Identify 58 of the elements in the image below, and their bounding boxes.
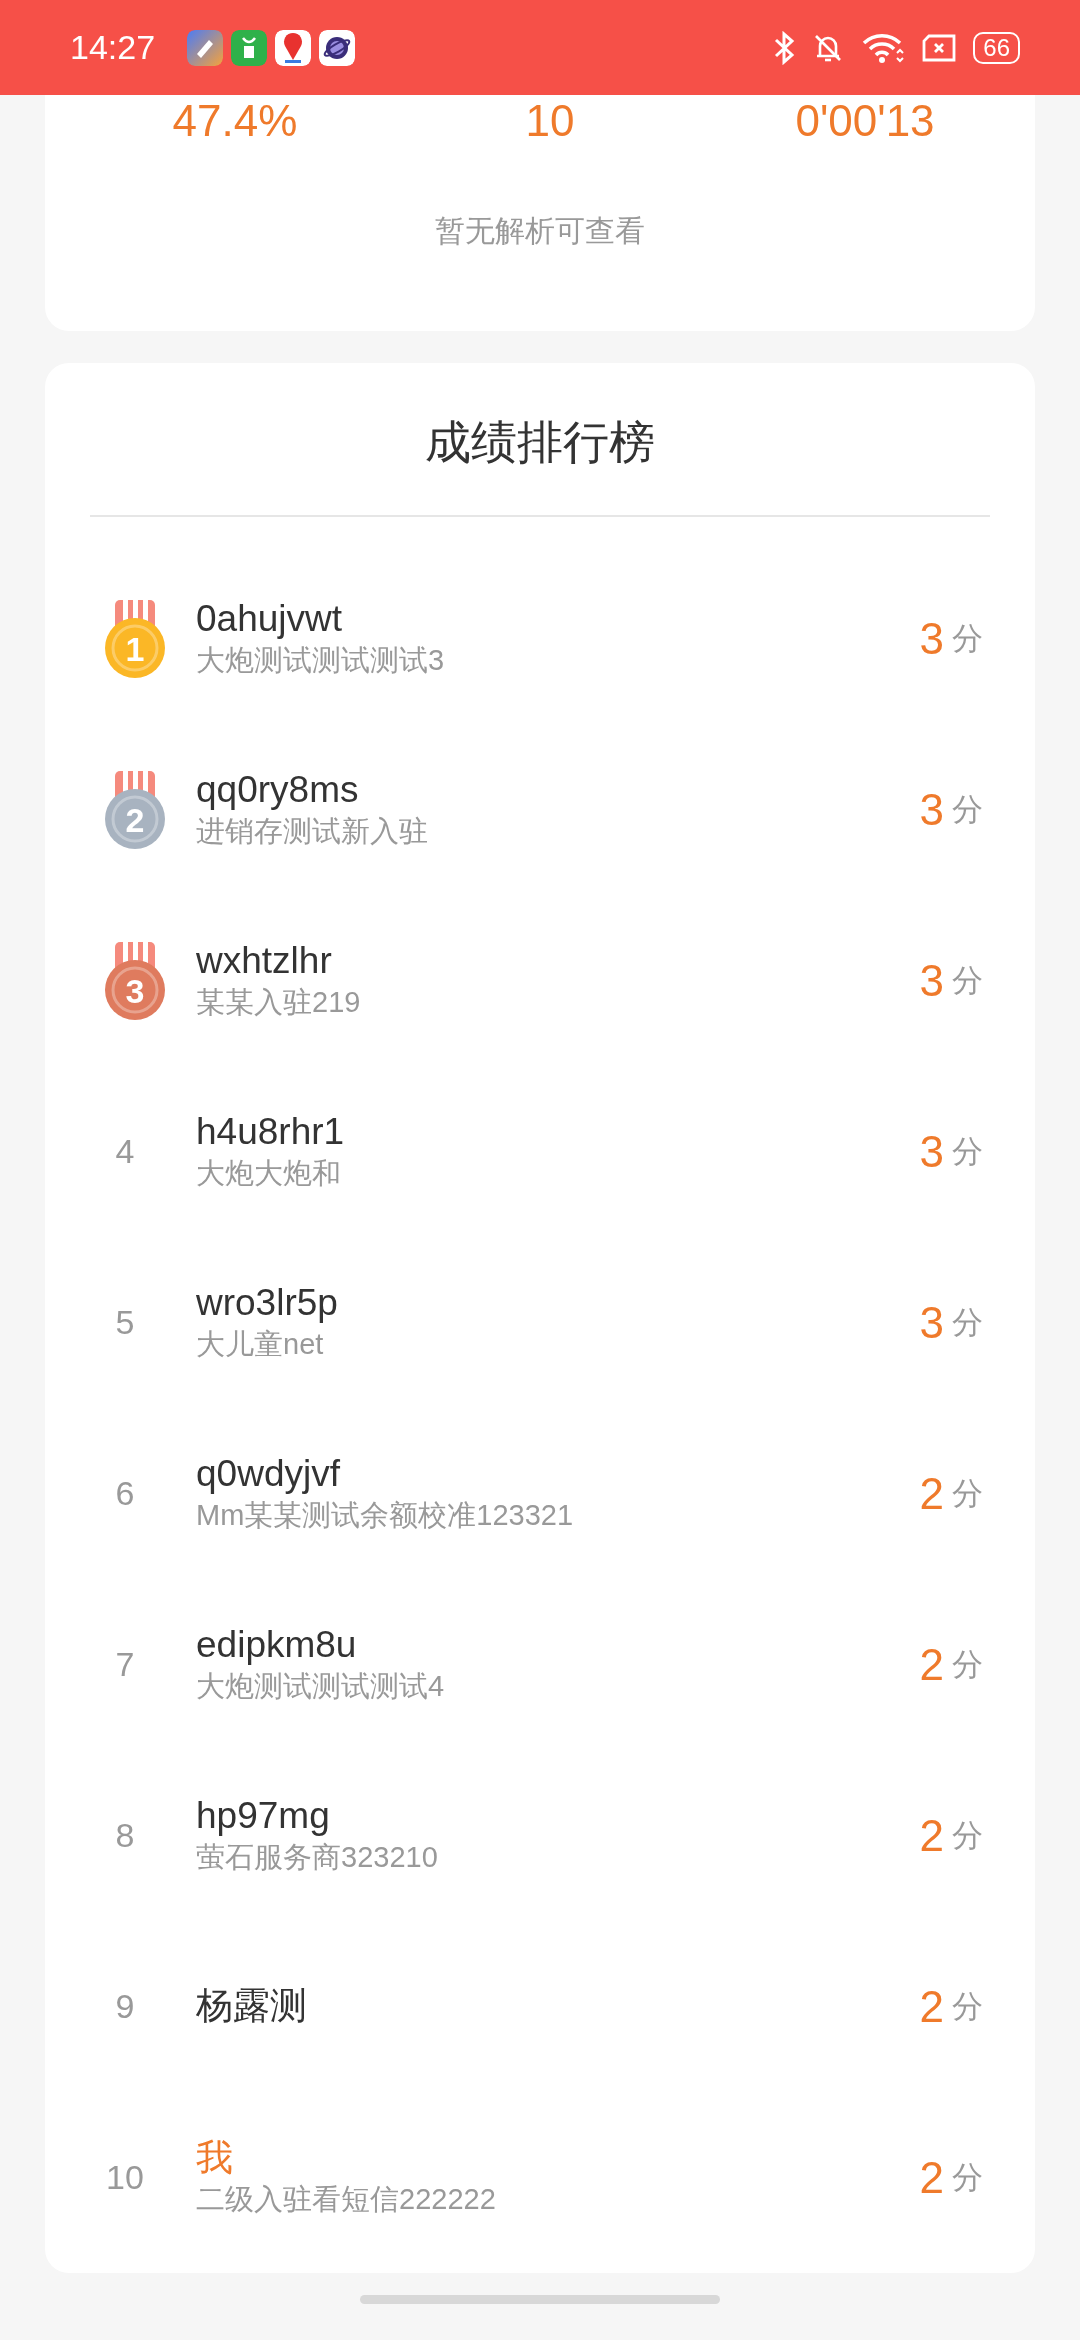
user-shop: 大炮测试测试测试3 [196, 642, 446, 678]
user-shop: 大炮测试测试测试4 [196, 1668, 446, 1704]
user-name: qq0ry8ms [196, 768, 360, 813]
stat-value: 0'00'13 [794, 99, 936, 143]
battery-indicator: 66 [973, 31, 1020, 64]
rank-number: 9 [114, 1986, 136, 2027]
score-unit: 分 [952, 2158, 983, 2198]
score-unit: 分 [952, 619, 983, 659]
score-unit: 分 [952, 961, 983, 1001]
rank-number: 7 [114, 1644, 136, 1685]
user-name: h4u8rhr1 [196, 1110, 346, 1155]
score-value: 2 [919, 1467, 944, 1520]
rank-number: 10 [105, 2157, 145, 2198]
user-name: edipkm8u [196, 1623, 358, 1668]
user-shop: 某某入驻219 [196, 984, 362, 1020]
score-unit: 分 [952, 1987, 983, 2027]
user-name: 0ahujvwt [196, 597, 344, 642]
score-value: 3 [919, 1125, 944, 1178]
user-shop: 大儿童net [196, 1326, 325, 1362]
score-value: 2 [919, 2151, 944, 2204]
status-time: 14:27 [70, 27, 156, 68]
empty-analysis-text: 暂无解析可查看 [435, 212, 645, 250]
shopping-bag-icon [231, 29, 268, 66]
score-value: 3 [919, 783, 944, 836]
score-value: 2 [919, 1980, 944, 2033]
score-unit: 分 [952, 790, 983, 830]
stat-value: 47.4% [171, 99, 299, 143]
score-value: 3 [919, 1296, 944, 1349]
rank-number: 6 [114, 1473, 136, 1514]
bluetooth-icon [773, 30, 796, 65]
score-unit: 分 [952, 1645, 983, 1685]
score-unit: 分 [952, 1132, 983, 1172]
rank-number: 5 [114, 1302, 136, 1343]
stat-value: 10 [524, 99, 576, 143]
user-name: hp97mg [196, 1794, 331, 1839]
score-value: 3 [919, 954, 944, 1007]
user-name: q0wdyjvf [196, 1452, 341, 1497]
user-name: wxhtzlhr [196, 939, 333, 984]
planet-icon [319, 29, 356, 66]
score-unit: 分 [952, 1816, 983, 1856]
user-shop: 大炮大炮和 [196, 1155, 342, 1191]
user-shop: 萤石服务商323210 [196, 1839, 439, 1875]
map-pin-icon [275, 29, 312, 66]
user-shop: Mm某某测试余额校准123321 [196, 1497, 575, 1533]
user-shop: 进销存测试新入驻 [196, 813, 429, 849]
score-value: 2 [919, 1809, 944, 1862]
score-value: 3 [919, 612, 944, 665]
user-name: 杨露测 [196, 1984, 308, 2029]
score-unit: 分 [952, 1303, 983, 1343]
score-value: 2 [919, 1638, 944, 1691]
user-name: 我 [196, 2136, 234, 2181]
ranking-title: 成绩排行榜 [424, 414, 656, 471]
user-shop: 二级入驻看短信222222 [196, 2181, 497, 2217]
rank-number: 8 [114, 1815, 136, 1856]
score-unit: 分 [952, 1474, 983, 1514]
no-sim-icon [921, 32, 958, 63]
rank-number: 4 [114, 1131, 136, 1172]
user-name: wro3lr5p [196, 1281, 339, 1326]
